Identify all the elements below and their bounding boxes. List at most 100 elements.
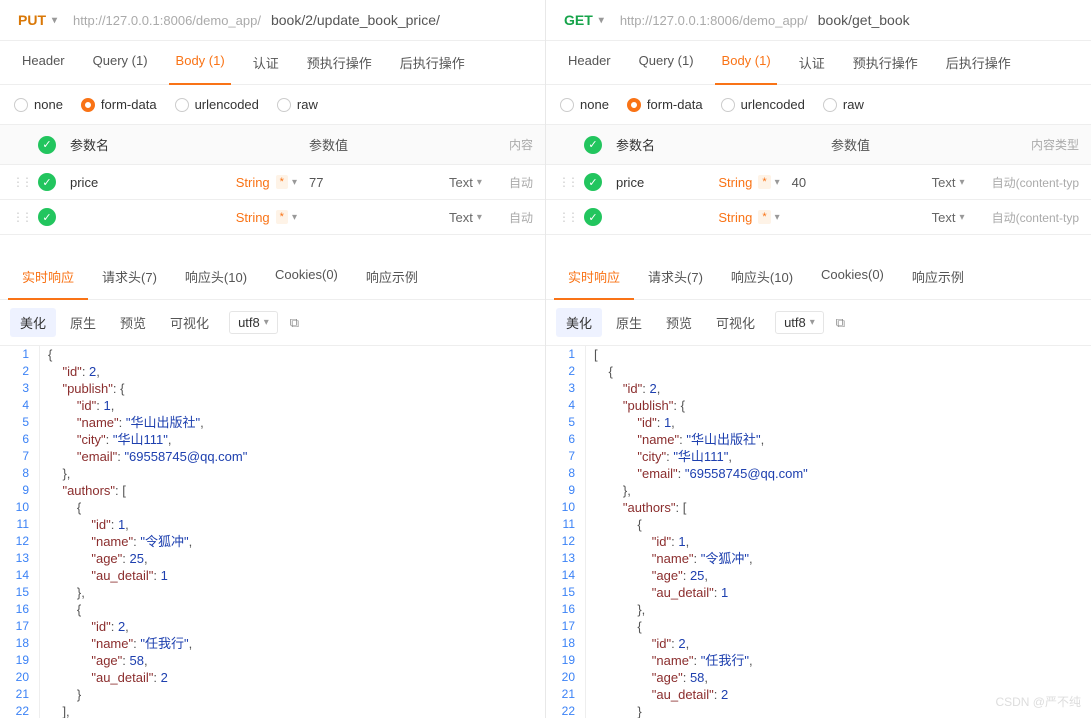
radio-form-data[interactable]: form-data	[627, 97, 703, 112]
param-type[interactable]: String	[236, 210, 270, 225]
param-texttype[interactable]: Text ▾	[932, 210, 992, 225]
btn-preview[interactable]: 预览	[110, 308, 156, 337]
param-type[interactable]: String	[718, 210, 752, 225]
encoding-select[interactable]: utf8 ▾	[229, 311, 278, 334]
code-line: 10 {	[0, 499, 545, 516]
btn-raw[interactable]: 原生	[60, 308, 106, 337]
col-content-header: 内容类型	[1031, 136, 1079, 153]
chevron-down-icon[interactable]: ▾	[292, 177, 297, 188]
check-icon[interactable]: ✓	[38, 173, 56, 191]
param-value[interactable]: 77	[309, 175, 449, 190]
tab-header[interactable]: Header	[8, 41, 79, 84]
param-content[interactable]: 自动(content-typ	[992, 209, 1079, 226]
method-select[interactable]: GET ▾	[556, 8, 612, 32]
tab-pre[interactable]: 预执行操作	[839, 41, 932, 84]
param-texttype[interactable]: Text ▾	[932, 175, 992, 190]
copy-icon[interactable]: ⧉	[290, 315, 299, 331]
line-number: 3	[546, 380, 586, 397]
param-name[interactable]: price	[616, 175, 718, 190]
radio-urlencoded[interactable]: urlencoded	[175, 97, 259, 112]
check-icon[interactable]: ✓	[584, 173, 602, 191]
param-type[interactable]: String	[718, 175, 752, 190]
radio-raw[interactable]: raw	[277, 97, 318, 112]
tab-live-response[interactable]: 实时响应	[554, 255, 634, 300]
btn-preview[interactable]: 预览	[656, 308, 702, 337]
tab-pre[interactable]: 预执行操作	[293, 41, 386, 84]
check-all-icon[interactable]: ✓	[38, 136, 56, 154]
btn-visual[interactable]: 可视化	[706, 308, 765, 337]
tab-post[interactable]: 后执行操作	[386, 41, 479, 84]
tab-response-headers[interactable]: 响应头(10)	[171, 255, 261, 299]
response-body[interactable]: 1[2 {3 "id": 2,4 "publish": {5 "id": 1,6…	[546, 345, 1091, 718]
btn-beautify[interactable]: 美化	[556, 308, 602, 337]
code-line: 15 "au_detail": 1	[546, 584, 1091, 601]
tab-header[interactable]: Header	[554, 41, 625, 84]
params-header: ⋮⋮ ✓ 参数名 参数值 内容	[0, 124, 545, 165]
drag-handle-icon[interactable]: ⋮⋮	[558, 175, 576, 189]
code-line: 2 {	[546, 363, 1091, 380]
line-number: 14	[0, 567, 40, 584]
line-number: 18	[0, 635, 40, 652]
url-base[interactable]: http://127.0.0.1:8006/demo_app/	[73, 13, 261, 28]
tab-body[interactable]: Body (1)	[708, 41, 785, 84]
tab-query[interactable]: Query (1)	[79, 41, 162, 84]
copy-icon[interactable]: ⧉	[836, 315, 845, 331]
param-type[interactable]: String	[236, 175, 270, 190]
tab-request-headers[interactable]: 请求头(7)	[634, 255, 717, 299]
tab-live-response[interactable]: 实时响应	[8, 255, 88, 300]
param-content[interactable]: 自动(content-typ	[992, 174, 1079, 191]
tab-query[interactable]: Query (1)	[625, 41, 708, 84]
param-name[interactable]: price	[70, 175, 236, 190]
line-number: 10	[0, 499, 40, 516]
radio-none[interactable]: none	[560, 97, 609, 112]
param-texttype[interactable]: Text ▾	[449, 175, 509, 190]
tab-post[interactable]: 后执行操作	[932, 41, 1025, 84]
response-body[interactable]: 1{2 "id": 2,3 "publish": {4 "id": 1,5 "n…	[0, 345, 545, 718]
radio-urlencoded[interactable]: urlencoded	[721, 97, 805, 112]
chevron-down-icon: ▾	[477, 177, 482, 188]
line-number: 5	[0, 414, 40, 431]
chevron-down-icon: ▾	[52, 15, 57, 26]
tab-response-headers[interactable]: 响应头(10)	[717, 255, 807, 299]
check-all-icon[interactable]: ✓	[584, 136, 602, 154]
tab-cookies[interactable]: Cookies(0)	[261, 255, 352, 299]
param-content[interactable]: 自动	[509, 209, 533, 226]
required-star: *	[276, 210, 288, 224]
radio-none[interactable]: none	[14, 97, 63, 112]
params-header: ⋮⋮ ✓ 参数名 参数值 内容类型	[546, 124, 1091, 165]
check-icon[interactable]: ✓	[584, 208, 602, 226]
tab-example[interactable]: 响应示例	[352, 255, 432, 299]
request-tabs: Header Query (1) Body (1) 认证 预执行操作 后执行操作	[0, 41, 545, 85]
tab-body[interactable]: Body (1)	[162, 41, 239, 84]
radio-raw[interactable]: raw	[823, 97, 864, 112]
drag-handle-icon[interactable]: ⋮⋮	[558, 210, 576, 224]
response-toolbar: 美化 原生 预览 可视化 utf8 ▾ ⧉	[0, 300, 545, 345]
method-select[interactable]: PUT ▾	[10, 8, 65, 32]
url-base[interactable]: http://127.0.0.1:8006/demo_app/	[620, 13, 808, 28]
radio-form-data[interactable]: form-data	[81, 97, 157, 112]
tab-example[interactable]: 响应示例	[898, 255, 978, 299]
chevron-down-icon[interactable]: ▾	[775, 212, 780, 223]
radio-icon	[721, 98, 735, 112]
param-row: ⋮⋮ ✓ price String * ▾ 40 Text ▾ 自动(conte…	[546, 165, 1091, 200]
tab-cookies[interactable]: Cookies(0)	[807, 255, 898, 299]
btn-visual[interactable]: 可视化	[160, 308, 219, 337]
btn-beautify[interactable]: 美化	[10, 308, 56, 337]
param-content[interactable]: 自动	[509, 174, 533, 191]
radio-icon	[14, 98, 28, 112]
tab-auth[interactable]: 认证	[239, 41, 293, 84]
tab-auth[interactable]: 认证	[785, 41, 839, 84]
check-icon[interactable]: ✓	[38, 208, 56, 226]
encoding-select[interactable]: utf8 ▾	[775, 311, 824, 334]
url-path[interactable]: book/get_book	[818, 12, 910, 28]
drag-handle-icon[interactable]: ⋮⋮	[12, 210, 30, 224]
url-path[interactable]: book/2/update_book_price/	[271, 12, 440, 28]
param-value[interactable]: 40	[792, 175, 932, 190]
btn-raw[interactable]: 原生	[606, 308, 652, 337]
chevron-down-icon[interactable]: ▾	[292, 212, 297, 223]
drag-handle-icon[interactable]: ⋮⋮	[12, 175, 30, 189]
param-texttype[interactable]: Text ▾	[449, 210, 509, 225]
chevron-down-icon[interactable]: ▾	[775, 177, 780, 188]
line-number: 15	[0, 584, 40, 601]
tab-request-headers[interactable]: 请求头(7)	[88, 255, 171, 299]
